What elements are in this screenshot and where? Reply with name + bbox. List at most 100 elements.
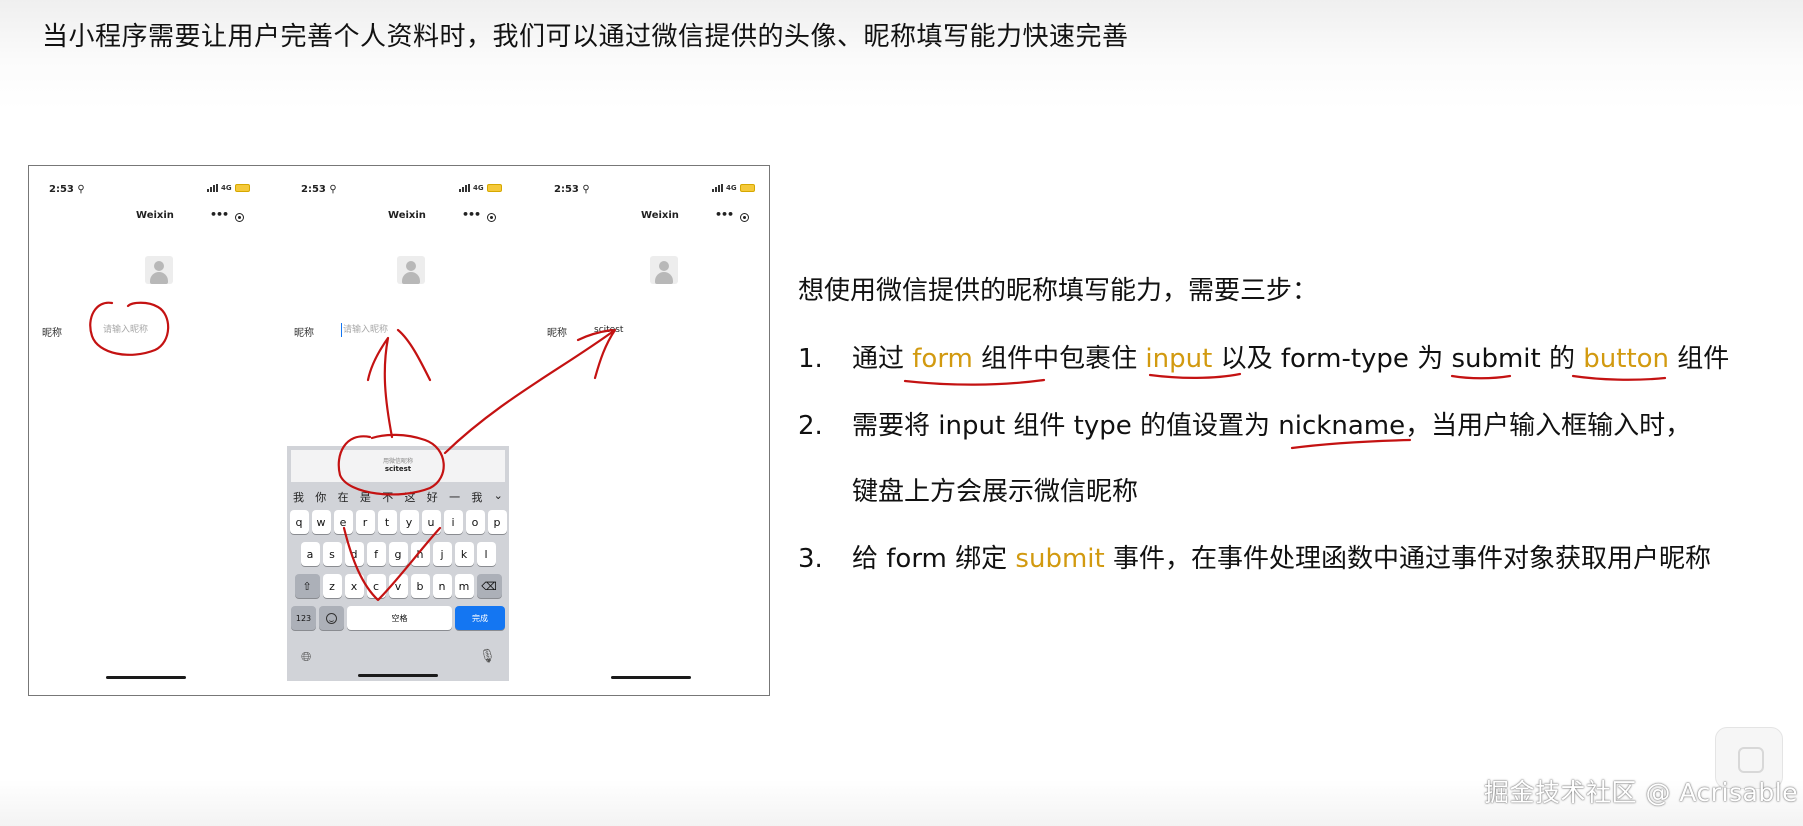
nickname-label: 昵称: [42, 328, 62, 339]
step-number: 1.: [798, 344, 823, 374]
suggestion-nickname: scitest: [384, 465, 412, 473]
done-key[interactable]: 完成: [455, 606, 505, 630]
key[interactable]: o: [465, 510, 485, 534]
screenshot-figure: 2:53 ⚲ 4G Weixin ••• 昵称 2:53 ⚲ 4G Weixin…: [28, 165, 770, 696]
key[interactable]: e: [333, 510, 353, 534]
step-text-continued: 键盘上方会展示微信昵称: [852, 477, 1139, 507]
close-capsule-icon[interactable]: [487, 213, 496, 222]
key[interactable]: s: [322, 542, 342, 566]
status-indicators: 4G: [459, 184, 502, 192]
step-3: 3. 给 form 绑定 submit 事件，在事件处理函数中通过事件对象获取用户…: [798, 538, 1711, 575]
key-row-4: 123 空格 完成: [287, 606, 509, 630]
candidate-item[interactable]: 是: [360, 489, 371, 505]
network-label: 4G: [221, 184, 232, 192]
nickname-label: 昵称: [547, 328, 567, 339]
keyword-button: button: [1583, 344, 1670, 374]
avatar-button[interactable]: [145, 256, 173, 284]
key[interactable]: a: [300, 542, 320, 566]
step-text: 组件: [1669, 344, 1730, 374]
step-1: 1. 通过 form 组件中包裹住 input 以及 form-type 为 su…: [798, 338, 1729, 375]
keyword-form: form: [912, 344, 973, 374]
underline-form: [903, 378, 1046, 386]
candidate-item[interactable]: 好: [427, 489, 438, 505]
key[interactable]: z: [322, 574, 342, 598]
nickname-input-focused[interactable]: [341, 323, 463, 337]
keyword-input: input: [1145, 344, 1213, 374]
candidate-item[interactable]: 这: [404, 489, 415, 505]
key[interactable]: k: [454, 542, 474, 566]
key[interactable]: u: [421, 510, 441, 534]
nickname-suggestion[interactable]: 用微信昵称 scitest: [291, 450, 505, 482]
status-time: 2:53 ⚲: [301, 184, 337, 195]
keyword-submit: submit: [1015, 544, 1105, 574]
more-menu-icon[interactable]: •••: [715, 208, 734, 221]
key[interactable]: m: [454, 574, 474, 598]
key[interactable]: j: [432, 542, 452, 566]
key[interactable]: n: [432, 574, 452, 598]
step-number: 3.: [798, 544, 823, 574]
more-menu-icon[interactable]: •••: [462, 208, 481, 221]
status-time: 2:53 ⚲: [49, 184, 85, 195]
globe-icon[interactable]: 🌐︎: [301, 650, 311, 665]
step-number: 2.: [798, 411, 823, 441]
network-label: 4G: [473, 184, 484, 192]
step-2: 2. 需要将 input 组件 type 的值设置为 nickname，当用户输入…: [798, 405, 1692, 507]
candidate-item[interactable]: 不: [382, 489, 393, 505]
space-key[interactable]: 空格: [347, 606, 452, 630]
status-indicators: 4G: [207, 184, 250, 192]
key[interactable]: f: [366, 542, 386, 566]
close-capsule-icon[interactable]: [740, 213, 749, 222]
key[interactable]: c: [366, 574, 386, 598]
step-text: 通过: [852, 344, 913, 374]
page-headline: 当小程序需要让用户完善个人资料时，我们可以通过微信提供的头像、昵称填写能力快速完…: [42, 22, 1129, 52]
key[interactable]: q: [289, 510, 309, 534]
backspace-key-icon[interactable]: ⌫: [476, 574, 502, 598]
key[interactable]: w: [311, 510, 331, 534]
close-capsule-icon[interactable]: [235, 213, 244, 222]
key[interactable]: x: [344, 574, 364, 598]
more-menu-icon[interactable]: •••: [210, 208, 229, 221]
candidate-item[interactable]: 我: [471, 489, 482, 505]
key[interactable]: v: [388, 574, 408, 598]
underline-submit: [1450, 374, 1512, 380]
home-indicator: [106, 676, 186, 679]
candidate-item[interactable]: 在: [338, 489, 349, 505]
candidate-item[interactable]: 我: [293, 489, 304, 505]
key[interactable]: g: [388, 542, 408, 566]
phone-screen-1: 2:53 ⚲ 4G Weixin ••• 昵称: [29, 166, 281, 695]
candidate-item[interactable]: 一: [449, 489, 460, 505]
key[interactable]: h: [410, 542, 430, 566]
signal-icon: [207, 184, 218, 192]
underline-button: [1571, 374, 1667, 381]
nickname-input[interactable]: [103, 323, 223, 337]
step-text: 需要将 input 组件 type 的值设置为 nickname，当用户输入框输…: [852, 411, 1692, 441]
microphone-icon[interactable]: 🎙︎: [479, 649, 496, 664]
signal-icon: [459, 184, 470, 192]
avatar-button[interactable]: [650, 256, 678, 284]
key[interactable]: b: [410, 574, 430, 598]
key-row-3: ⇧ z x c v b n m ⌫: [287, 574, 509, 598]
step-text: 以及 form-type 为 submit 的: [1212, 344, 1584, 374]
nickname-input-filled[interactable]: [594, 323, 714, 337]
suggestion-caption: 用微信昵称: [382, 458, 413, 465]
step-text: 给 form 绑定: [852, 544, 1016, 574]
key[interactable]: t: [377, 510, 397, 534]
candidate-item[interactable]: 你: [315, 489, 326, 505]
signal-icon: [712, 184, 723, 192]
nickname-label: 昵称: [294, 328, 314, 339]
numbers-key[interactable]: 123: [291, 606, 316, 630]
key[interactable]: y: [399, 510, 419, 534]
nav-title: Weixin: [641, 210, 679, 221]
battery-icon: [739, 184, 755, 192]
avatar-button[interactable]: [397, 256, 425, 284]
emoji-key-icon[interactable]: [319, 606, 344, 630]
candidate-row: 我 你 在 是 不 这 好 一 我 ⌄: [293, 489, 503, 505]
expand-candidates-icon[interactable]: ⌄: [494, 489, 503, 505]
shift-key-icon[interactable]: ⇧: [294, 574, 320, 598]
key-row-1: q w e r t y u i o p: [287, 510, 509, 534]
key[interactable]: r: [355, 510, 375, 534]
key[interactable]: d: [344, 542, 364, 566]
key[interactable]: l: [476, 542, 496, 566]
key[interactable]: i: [443, 510, 463, 534]
key[interactable]: p: [487, 510, 507, 534]
